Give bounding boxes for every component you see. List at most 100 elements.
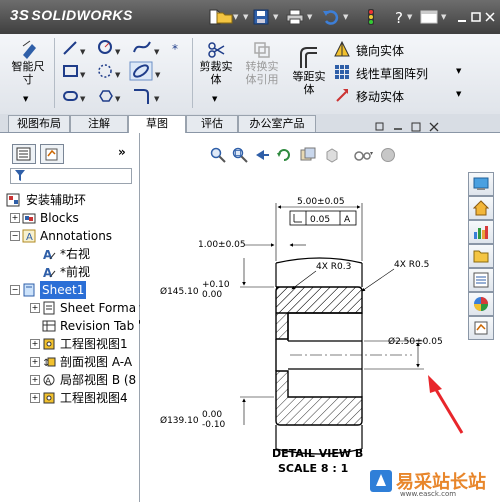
undo-icon[interactable] (322, 9, 340, 25)
zoom-area-icon[interactable] (232, 147, 248, 163)
solidworks-resources-tab[interactable] (468, 172, 494, 196)
convert-entities-button[interactable]: 转换实 体引用 (240, 38, 284, 108)
gdt-frame[interactable]: 0.05 A (289, 210, 357, 226)
chevron-down-icon[interactable]: ▼ (441, 13, 448, 21)
custom-properties-tab[interactable] (468, 316, 494, 340)
tree-item[interactable]: + A 局部视图 B (8 (0, 371, 139, 389)
tree-expander-icon[interactable]: + (30, 375, 40, 385)
rectangle-icon[interactable] (63, 65, 78, 77)
tree-expander-icon[interactable]: + (30, 303, 40, 313)
chevron-down-icon[interactable]: ▼ (23, 95, 28, 103)
view-scale[interactable]: SCALE 8 : 1 (278, 462, 348, 475)
tree-expander-icon[interactable]: + (30, 357, 40, 367)
zoom-to-fit-icon[interactable] (210, 147, 226, 163)
window-controls (455, 10, 495, 24)
feature-manager-tab[interactable] (12, 144, 36, 164)
section-middle (275, 313, 412, 397)
chevron-down-icon[interactable]: ▼ (456, 90, 461, 98)
tree-item[interactable]: + 工程图视图4 (0, 389, 139, 407)
ellipse-icon[interactable] (129, 61, 153, 81)
dim-radius-left[interactable]: 4X R0.3 (316, 262, 351, 272)
doc-minimize-icon[interactable] (392, 121, 404, 133)
hexagon-icon[interactable] (99, 90, 113, 102)
smart-dimension-button[interactable]: 智能尺 寸 ▼ (8, 38, 48, 108)
chevron-down-icon[interactable]: ▼ (243, 13, 250, 21)
tree-item[interactable]: − Sheet1 (0, 281, 139, 299)
dim-dia-bore[interactable]: Ø2.50±0.05 (388, 336, 443, 347)
doc-restore-icon[interactable] (374, 121, 386, 133)
tab-evaluate[interactable]: 评估 (186, 115, 238, 132)
rebuild-icon[interactable] (276, 147, 292, 163)
tree-item-label: Blocks (40, 211, 79, 225)
spline-icon[interactable] (133, 41, 151, 53)
restore-icon[interactable] (469, 10, 483, 24)
chevron-down-icon[interactable]: ▼ (343, 13, 350, 21)
tree-item[interactable]: − A Annotations (0, 227, 139, 245)
chevron-down-icon[interactable]: ▼ (307, 13, 314, 21)
appearance-icon[interactable] (380, 147, 396, 163)
tab-office-products[interactable]: 办公室产品 (238, 115, 316, 132)
close-icon[interactable] (483, 10, 497, 24)
view-palette-tab[interactable] (468, 268, 494, 292)
drawing-canvas[interactable]: ▾ 5.00±0.05 0.05 A 1.00±0.05 Ø145.10 +0.… (140, 122, 468, 502)
tree-item[interactable]: A *右视 (0, 245, 139, 263)
save-icon[interactable] (252, 9, 270, 25)
display-style-icon[interactable] (324, 147, 340, 163)
slot-icon[interactable] (63, 91, 78, 101)
filter-field[interactable] (10, 168, 132, 184)
chevron-down-icon[interactable]: ▼ (407, 13, 414, 21)
view-orientation-icon[interactable]: ▾ (352, 147, 374, 163)
mirror-entities-item[interactable]: 镜向实体 (334, 40, 474, 60)
trim-entities-button[interactable]: 剪裁实 体 ▼ (196, 38, 236, 108)
view-title[interactable]: DETAIL VIEW B (272, 447, 363, 460)
move-entities-item[interactable]: 移动实体 ▼ (334, 86, 474, 106)
tree-expander-icon[interactable]: − (10, 231, 20, 241)
hide-show-icon[interactable] (300, 147, 316, 163)
dim-radius-right[interactable]: 4X R0.5 (394, 260, 429, 270)
fillet-icon[interactable] (134, 89, 149, 104)
circle-tool-icon[interactable] (98, 40, 112, 54)
folder-tab[interactable] (468, 244, 494, 268)
chevron-down-icon[interactable]: ▼ (233, 13, 240, 21)
help-icon[interactable]: ? (390, 9, 408, 25)
polygon-icon[interactable] (98, 64, 112, 78)
tree-expander-icon[interactable]: + (10, 213, 20, 223)
tree-item[interactable]: + Sheet Forma (0, 299, 139, 317)
doc-maximize-icon[interactable] (410, 121, 422, 133)
appearances-tab[interactable] (468, 292, 494, 316)
tree-item[interactable]: Revision Tab (0, 317, 139, 335)
tab-annotation[interactable]: 注解 (70, 115, 128, 132)
dim-dia-top[interactable]: Ø145.10 (160, 286, 199, 297)
previous-view-icon[interactable] (254, 147, 270, 163)
chevron-down-icon[interactable]: ▼ (212, 95, 217, 103)
tree-item[interactable]: + Blocks (0, 209, 139, 227)
expand-panel-icon[interactable]: » (118, 145, 126, 159)
tree-expander-icon[interactable]: + (30, 339, 40, 349)
detail-view-drawing[interactable]: 5.00±0.05 0.05 A 1.00±0.05 Ø145.10 +0.10… (140, 163, 468, 502)
open-folder-icon[interactable] (216, 9, 234, 25)
chevron-down-icon[interactable]: ▼ (273, 13, 280, 21)
line-icon[interactable] (63, 41, 77, 55)
property-manager-tab[interactable] (40, 144, 64, 164)
chevron-down-icon[interactable]: ▼ (456, 67, 461, 75)
red-arrow-annotation (428, 375, 464, 434)
traffic-light-icon[interactable] (362, 9, 380, 25)
tree-expander-icon[interactable]: + (30, 393, 40, 403)
dim-left-top[interactable]: 1.00±0.05 (198, 240, 246, 250)
design-library-tab[interactable] (468, 196, 494, 220)
tab-sketch[interactable]: 草图 (128, 115, 186, 133)
doc-close-icon[interactable] (428, 121, 440, 133)
print-icon[interactable] (286, 9, 304, 25)
dim-width[interactable]: 5.00±0.05 (297, 197, 345, 207)
dim-dia-bottom[interactable]: Ø139.10 (160, 415, 199, 426)
linear-pattern-item[interactable]: 线性草图阵列 ▼ (334, 63, 494, 83)
file-explorer-tab[interactable] (468, 220, 494, 244)
tree-item[interactable]: A *前视 (0, 263, 139, 281)
offset-entities-button[interactable]: 等距实 体 (288, 38, 330, 108)
tab-view-layout[interactable]: 视图布局 (8, 115, 70, 132)
minimize-icon[interactable] (455, 10, 469, 24)
window-icon[interactable] (420, 9, 438, 25)
tree-item[interactable]: + 工程图视图1 (0, 335, 139, 353)
tree-expander-icon[interactable]: − (10, 285, 20, 295)
tree-item[interactable]: + ↕ 剖面视图 A-A (0, 353, 139, 371)
